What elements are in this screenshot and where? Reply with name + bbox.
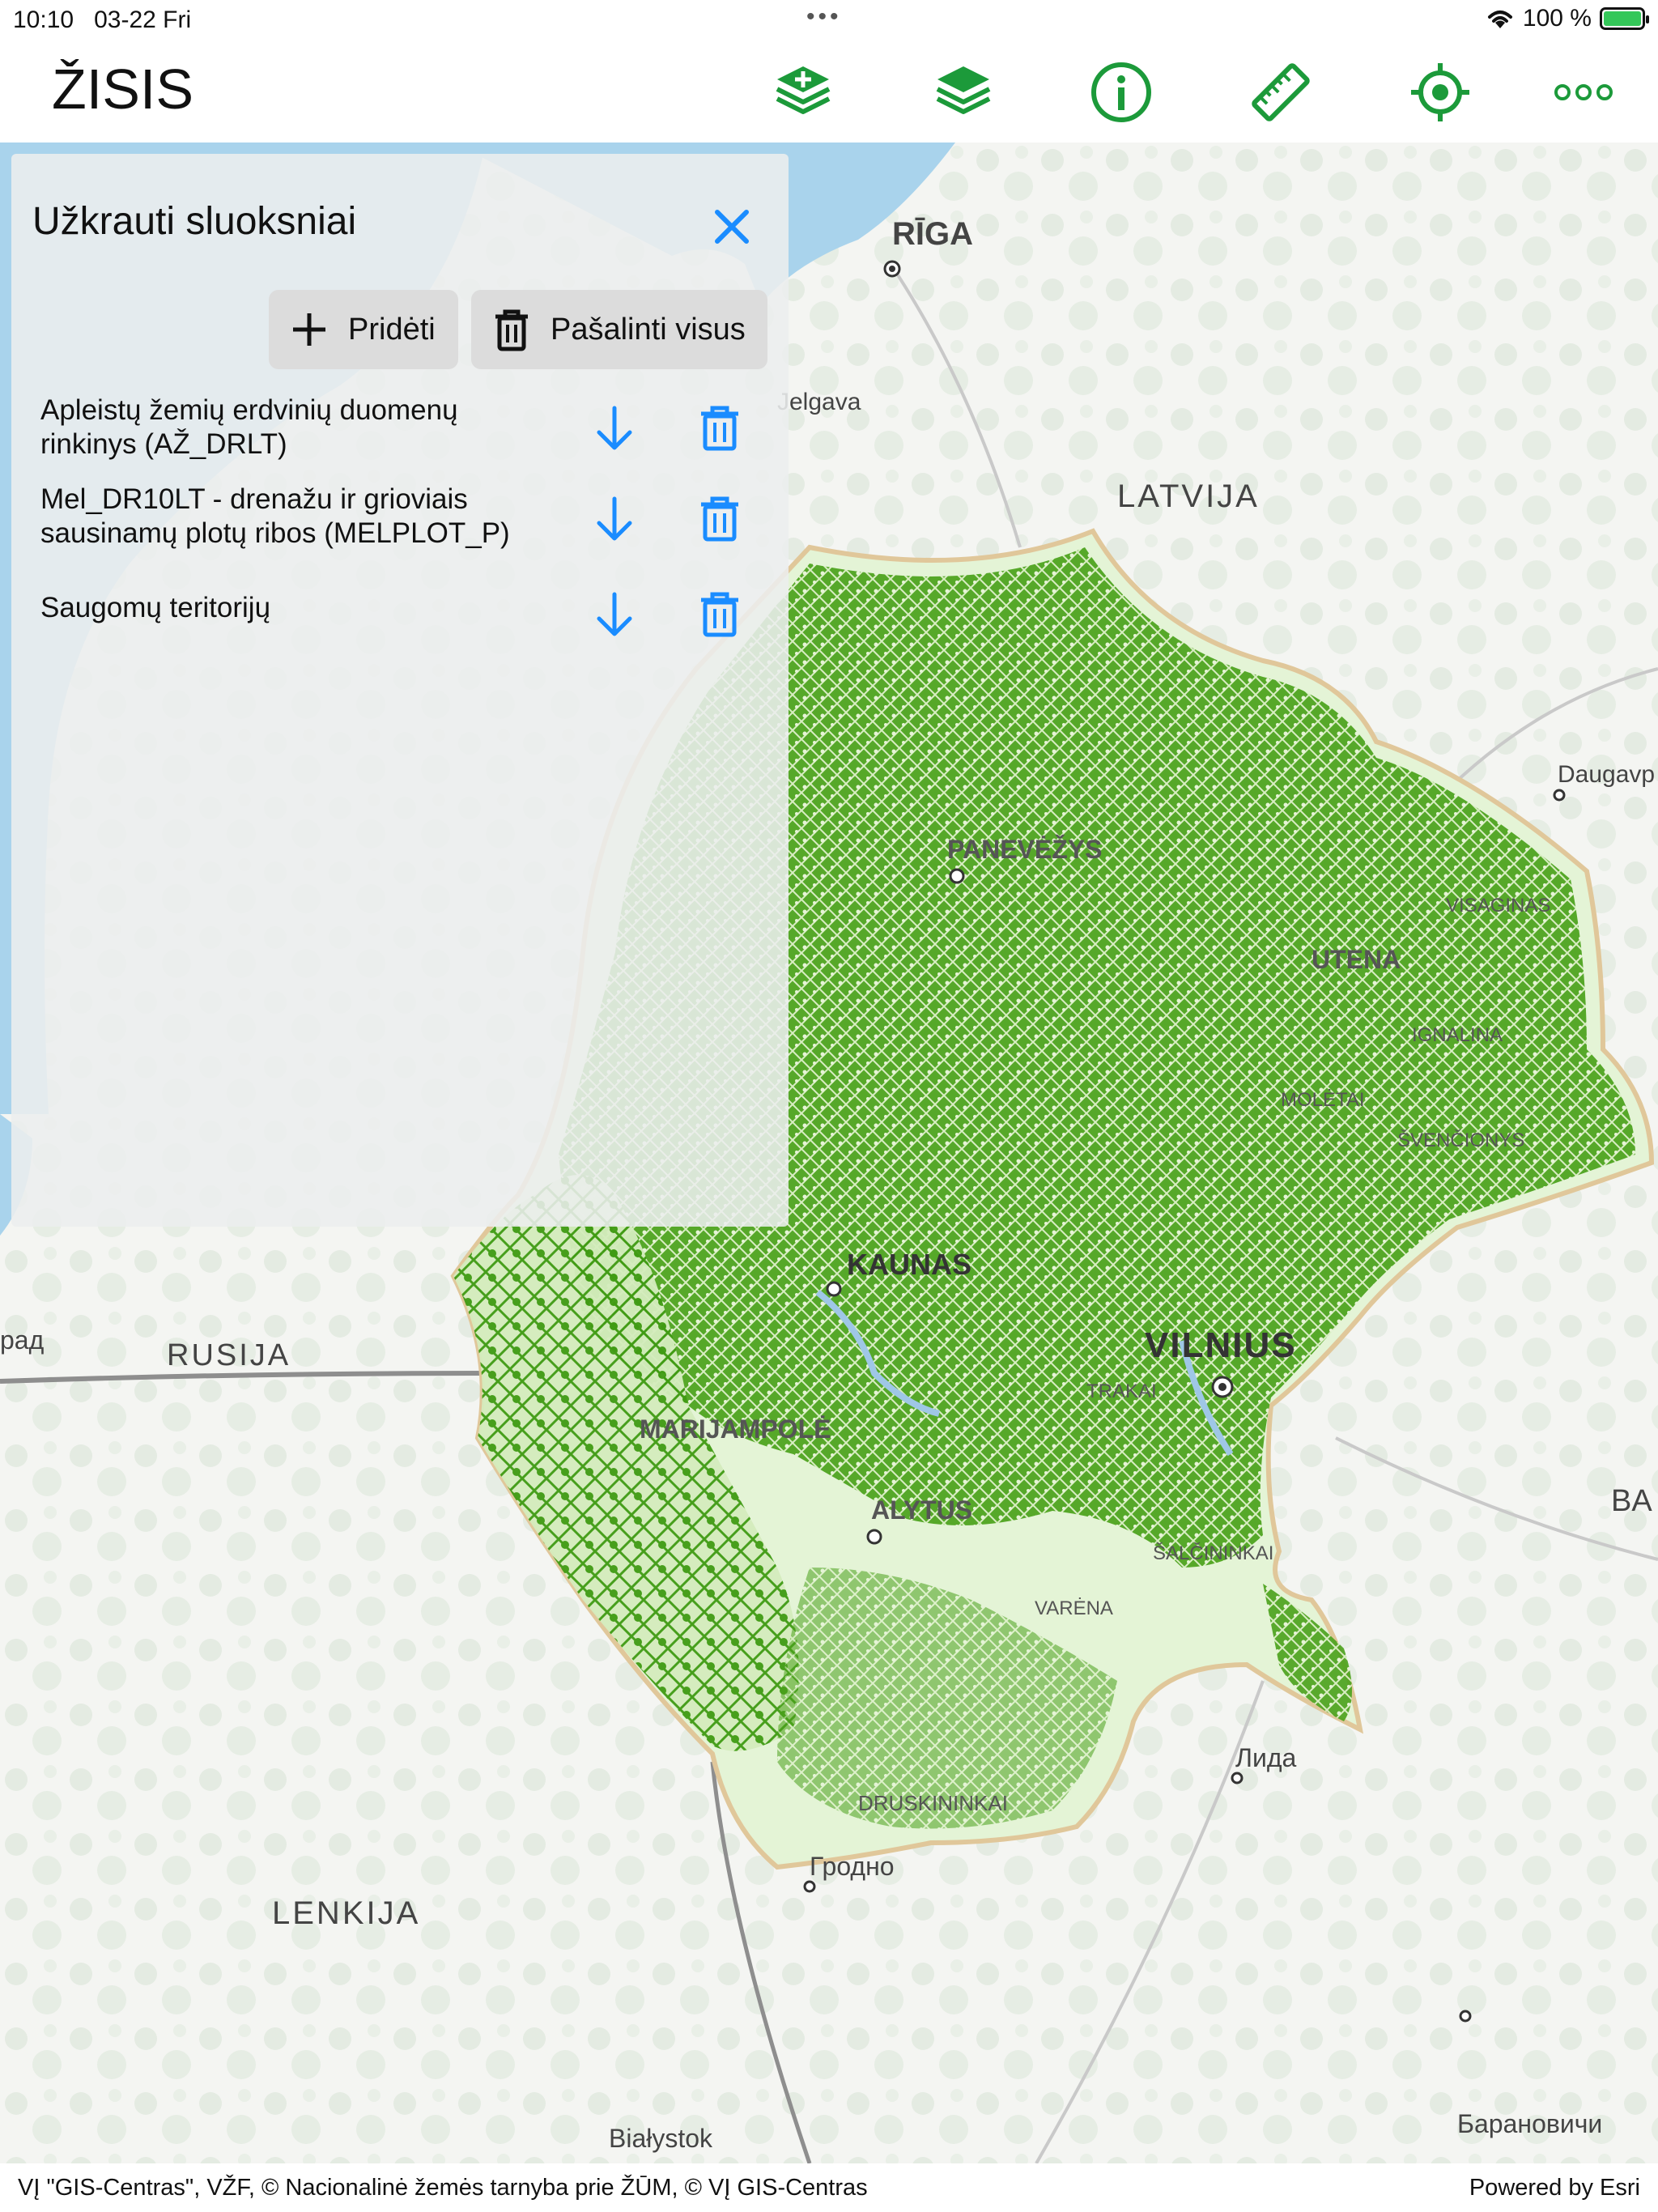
map-label-latvija: LATVIJA [1117, 479, 1260, 514]
ruler-icon [1252, 63, 1310, 121]
layer-row: Mel_DR10LT - drenažu ir grioviais sausin… [40, 483, 753, 560]
status-right: 100 % [1486, 5, 1649, 32]
measure-button[interactable] [1247, 58, 1315, 126]
trash-icon [701, 406, 738, 451]
map-label-ba: BA [1611, 1484, 1652, 1518]
add-label: Pridėti [348, 312, 436, 347]
close-panel-button[interactable] [699, 194, 764, 259]
remove-all-label: Pašalinti visus [551, 312, 746, 347]
layer-move-down-button[interactable] [588, 402, 641, 455]
remove-all-button[interactable]: Pašalinti visus [471, 290, 767, 369]
map-label-ignalina: IGNALINA [1412, 1024, 1503, 1046]
status-date: 03-22 Fri [94, 6, 192, 33]
map-label-jelgava: Jelgava [777, 389, 861, 415]
map-label-trakai: TRAKAI [1086, 1380, 1157, 1402]
map-label-visaginas: VISAGINAS [1446, 895, 1550, 917]
panel-title: Užkrauti sluoksniai [32, 200, 357, 243]
locate-icon [1411, 63, 1469, 121]
map-label-utena: UTENA [1312, 945, 1401, 974]
map-label-alytus: ALYTUS [871, 1495, 972, 1525]
powered-by-esri[interactable]: Powered by Esri [1469, 2175, 1640, 2201]
attribution-text: VĮ "GIS-Centras", VŽF, © Nacionalinė žem… [18, 2175, 868, 2201]
map-label-lida: Лида [1235, 1743, 1297, 1772]
map-label-salcininkai: ŠALČININKAI [1153, 1542, 1273, 1564]
map-label-baranovichi: Барановичи [1457, 2109, 1602, 2138]
map-label-moletai: MOLĖTAI [1281, 1089, 1365, 1111]
map-label-druskininkai: DRUSKININKAI [858, 1791, 1008, 1815]
map-attribution: VĮ "GIS-Centras", VŽF, © Nacionalinė žem… [0, 2163, 1658, 2212]
layer-name: Mel_DR10LT - drenažu ir grioviais sausin… [40, 483, 510, 549]
add-layer-button[interactable] [769, 58, 837, 126]
layer-move-down-button[interactable] [588, 492, 641, 546]
app-navbar: ŽISIS [0, 40, 1658, 144]
map-label-bialystok: Białystok [609, 2124, 713, 2153]
layer-row: Apleistų žemių erdvinių duomenų rinkinys… [40, 393, 753, 471]
layer-row: Saugomų teritorijų [40, 588, 753, 641]
wifi-icon [1487, 11, 1512, 28]
map-label-lenkija: LENKIJA [272, 1895, 420, 1931]
info-button[interactable] [1087, 58, 1155, 126]
trash-icon [701, 496, 738, 542]
layer-delete-button[interactable] [693, 588, 746, 641]
add-layer-panel-button[interactable]: Pridėti [269, 290, 458, 369]
layer-delete-button[interactable] [693, 492, 746, 546]
status-time: 10:10 03-22 Fri [13, 6, 192, 33]
arrow-down-icon [597, 496, 632, 541]
map-label-rad: рад [0, 1325, 45, 1355]
app-title: ŽISIS [52, 57, 194, 121]
arrow-down-icon [597, 406, 632, 450]
layers-button[interactable] [929, 58, 997, 126]
map-label-daugavpils: Daugavp [1558, 761, 1655, 788]
battery-icon [1600, 7, 1649, 30]
map-label-kaunas: KAUNAS [847, 1248, 971, 1281]
plus-icon [293, 313, 325, 346]
map-label-panevezys: PANEVĖŽYS [947, 835, 1102, 864]
info-icon [1091, 62, 1151, 122]
close-icon [715, 210, 749, 244]
layer-delete-button[interactable] [693, 402, 746, 455]
locate-button[interactable] [1406, 58, 1474, 126]
more-icon [1554, 84, 1613, 100]
layer-move-down-button[interactable] [588, 588, 641, 641]
arrow-down-icon [597, 592, 632, 636]
map-label-rusija: RUSIJA [167, 1338, 291, 1372]
map-label-vilnius: VILNIUS [1145, 1325, 1297, 1365]
layers-icon [936, 66, 991, 114]
trash-icon [495, 309, 528, 351]
map-label-svencionys: ŠVENČIONYS [1397, 1129, 1524, 1151]
loaded-layers-panel: Užkrauti sluoksniai Pridėti Pašalinti vi… [11, 154, 789, 1227]
battery-percent: 100 % [1522, 5, 1592, 32]
layer-name: Saugomų teritorijų [40, 592, 271, 623]
status-bar: 10:10 03-22 Fri ••• 100 % [0, 0, 1658, 40]
map-label-grodno: Гродно [810, 1852, 895, 1881]
multitask-dots-icon[interactable]: ••• [806, 3, 842, 31]
more-button[interactable] [1550, 58, 1618, 126]
map-label-varena: VARĖNA [1035, 1597, 1113, 1619]
layer-name: Apleistų žemių erdvinių duomenų rinkinys… [40, 394, 458, 460]
map-label-riga: RĪGA [892, 216, 973, 252]
add-layer-icon [776, 66, 831, 114]
map-label-marijampole: MARIJAMPOLĖ [640, 1414, 831, 1444]
trash-icon [701, 592, 738, 637]
